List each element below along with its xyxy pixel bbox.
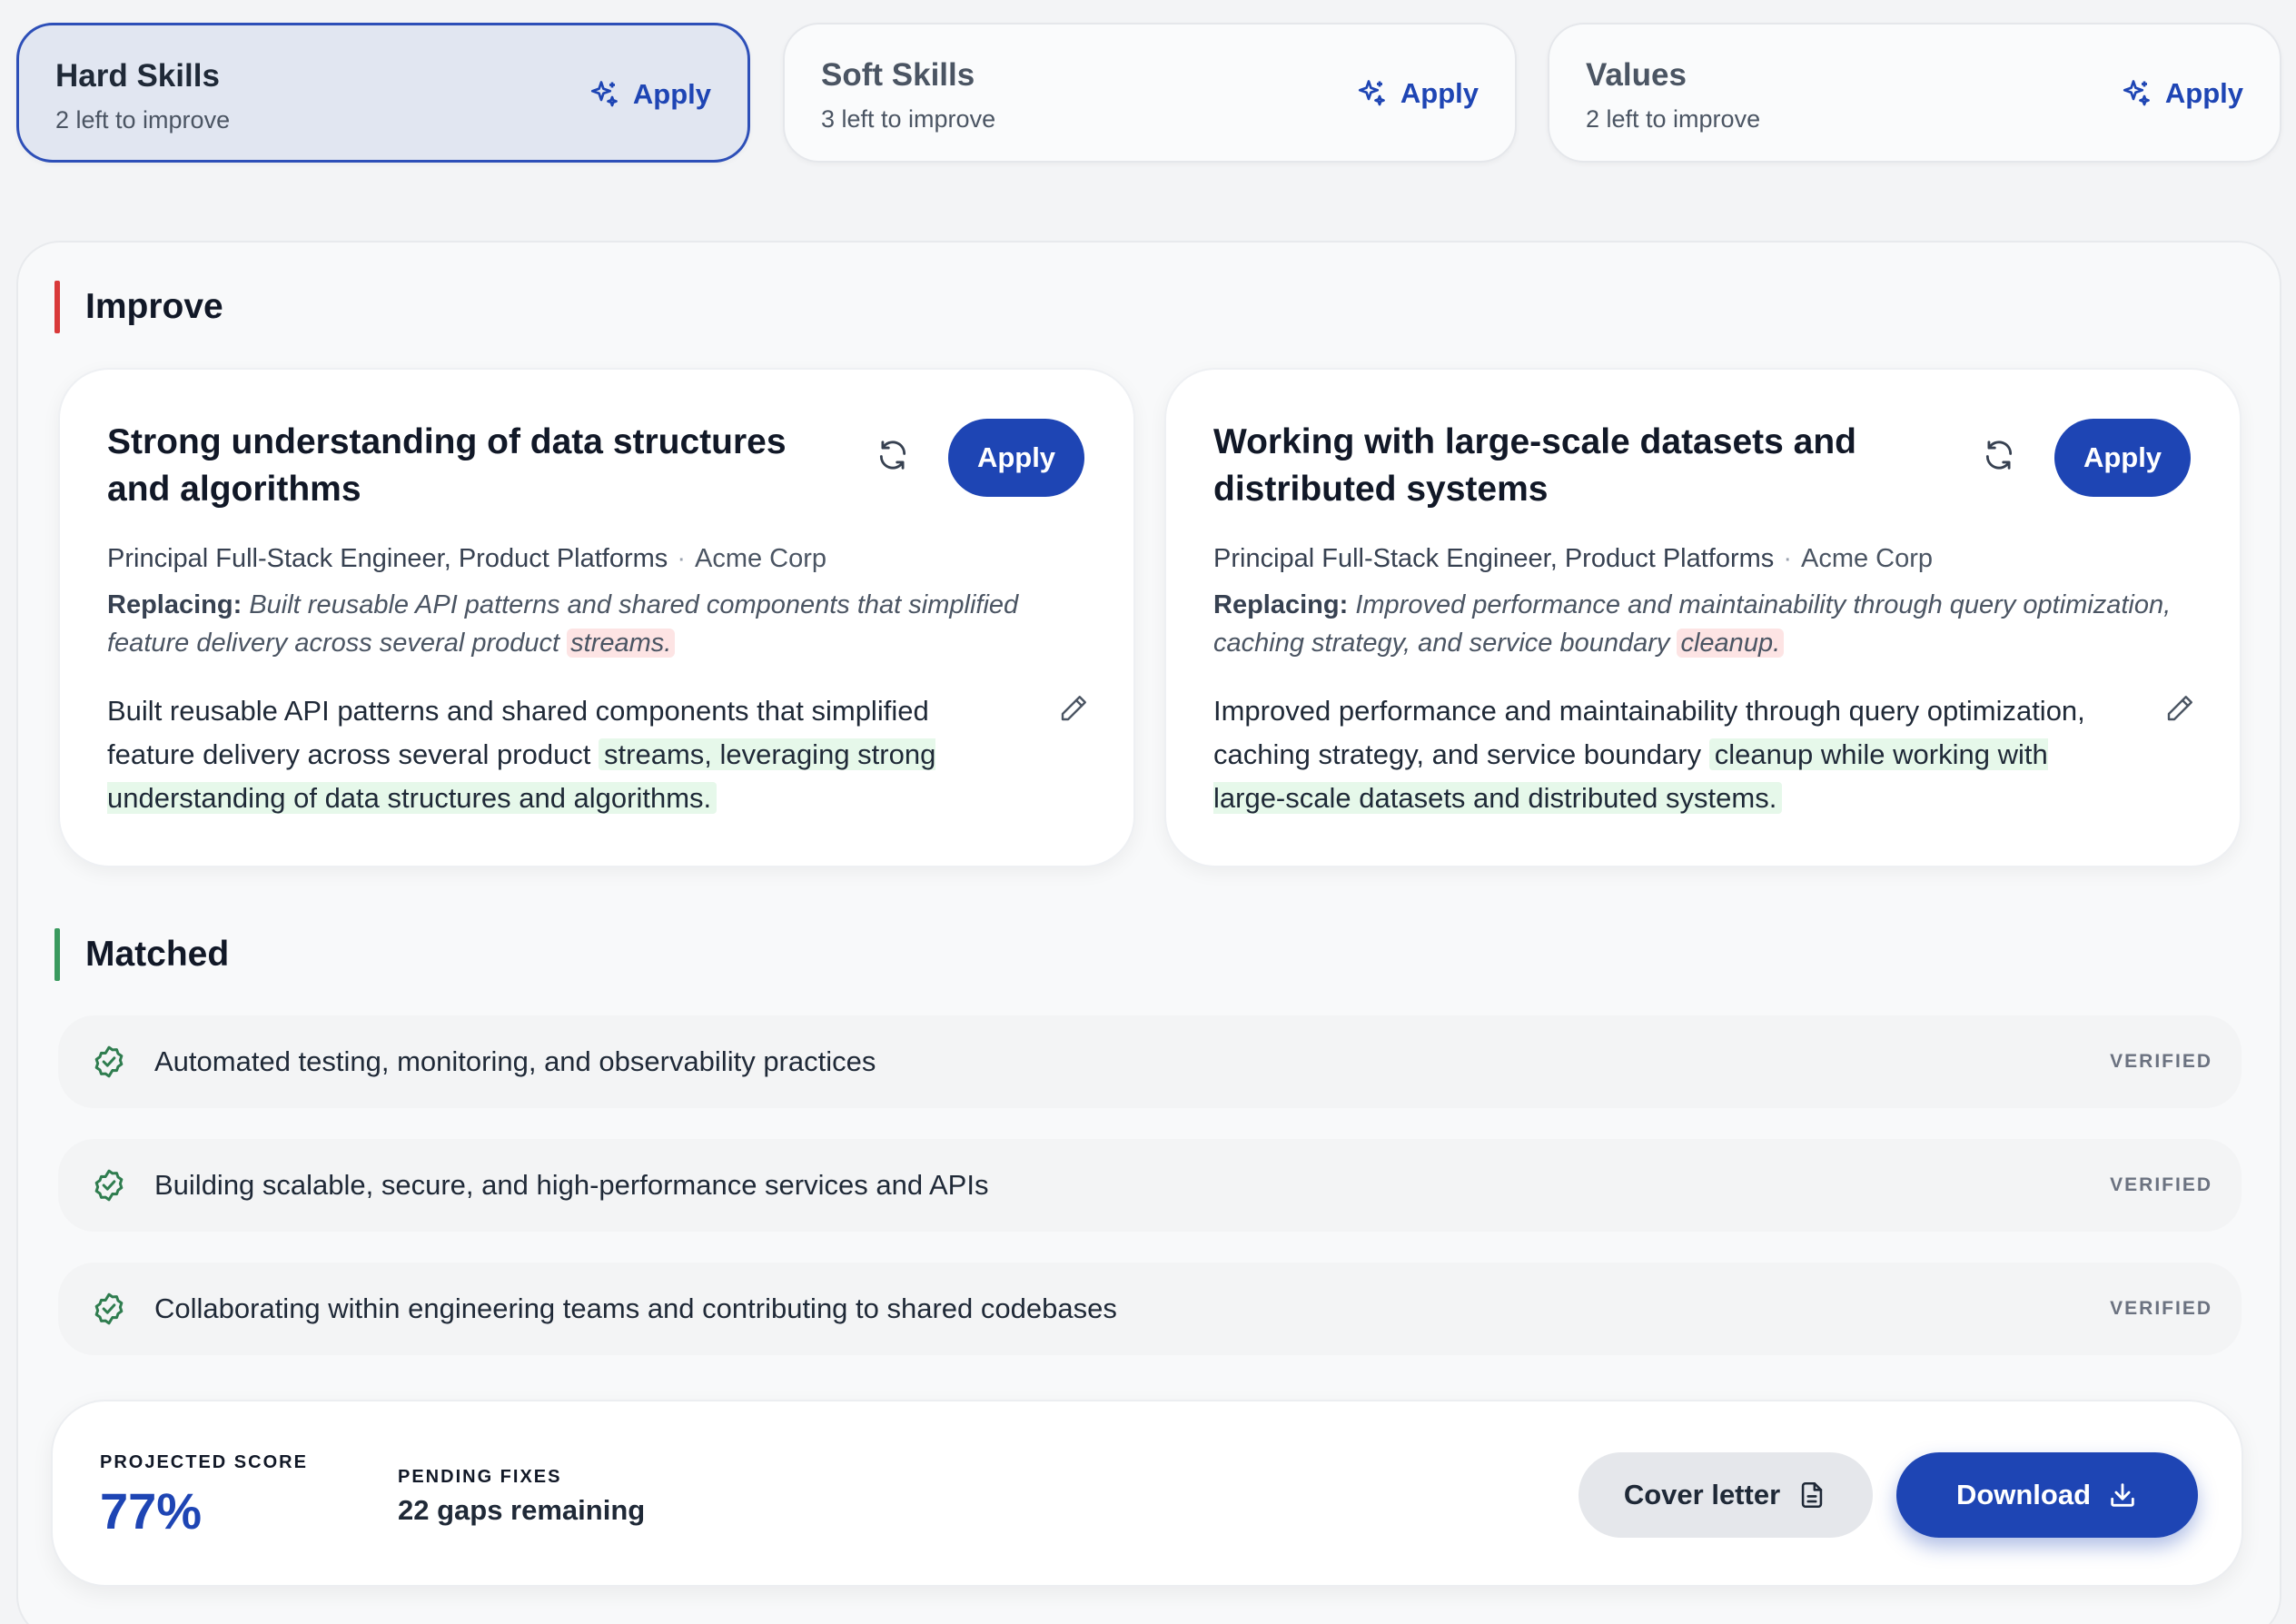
- improve-card-title: Working with large-scale datasets and di…: [1213, 422, 1856, 509]
- category-title: Hard Skills: [55, 58, 220, 94]
- verified-badge: VERIFIED: [2110, 1174, 2212, 1195]
- matched-accent-bar: [54, 928, 60, 981]
- refresh-icon[interactable]: [1982, 438, 2016, 472]
- matched-item: Building scalable, secure, and high-perf…: [58, 1139, 2242, 1232]
- document-icon: [1801, 1481, 1823, 1509]
- improve-heading: Improve: [85, 287, 223, 326]
- projected-score-value: 77%: [100, 1482, 203, 1540]
- check-badge-icon: [94, 1045, 124, 1078]
- improve-card: Working with large-scale datasets and di…: [1164, 368, 2242, 867]
- category-card-values[interactable]: Values 2 left to improve Apply: [1548, 23, 2281, 163]
- matched-item-text: Building scalable, secure, and high-perf…: [154, 1169, 989, 1201]
- download-button[interactable]: Download: [1896, 1452, 2198, 1538]
- refresh-icon[interactable]: [876, 438, 910, 472]
- category-apply-button[interactable]: Apply: [588, 78, 711, 111]
- sparkle-icon: [1358, 80, 1385, 106]
- pencil-icon[interactable]: [1057, 692, 1090, 725]
- company-text: Acme Corp: [694, 544, 827, 573]
- improve-apply-button[interactable]: Apply: [948, 419, 1084, 497]
- cover-letter-label: Cover letter: [1623, 1479, 1781, 1510]
- download-icon: [2111, 1483, 2134, 1507]
- category-apply-label: Apply: [2164, 77, 2243, 109]
- check-badge-icon: [94, 1292, 124, 1325]
- verified-badge: VERIFIED: [2110, 1051, 2212, 1072]
- improve-section-header: Improve: [54, 281, 223, 333]
- matched-section-header: Matched: [54, 928, 229, 981]
- sparkle-icon: [590, 81, 618, 107]
- category-apply-button[interactable]: Apply: [2120, 77, 2243, 110]
- category-card-soft-skills[interactable]: Soft Skills 3 left to improve Apply: [783, 23, 1517, 163]
- role-text: Principal Full-Stack Engineer, Product P…: [1213, 544, 1775, 573]
- category-apply-label: Apply: [1400, 77, 1479, 109]
- replacing-label: Replacing:: [1213, 590, 1349, 619]
- pending-fixes-label: PENDING FIXES: [398, 1467, 562, 1487]
- improve-card-meta: Principal Full-Stack Engineer, Product P…: [1213, 544, 1933, 574]
- role-text: Principal Full-Stack Engineer, Product P…: [107, 544, 668, 573]
- improve-card-title: Strong understanding of data structures …: [107, 422, 787, 509]
- replacing-text: Replacing: Built reusable API patterns a…: [107, 586, 1088, 662]
- category-apply-label: Apply: [632, 78, 711, 110]
- improve-card: Strong understanding of data structures …: [58, 368, 1135, 867]
- meta-separator: ·: [677, 544, 686, 573]
- score-bar: PROJECTED SCORE 77% PENDING FIXES 22 gap…: [51, 1400, 2243, 1587]
- improve-card-meta: Principal Full-Stack Engineer, Product P…: [107, 544, 826, 574]
- cover-letter-button[interactable]: Cover letter: [1578, 1452, 1873, 1538]
- download-label: Download: [1955, 1479, 2092, 1510]
- sparkle-icon: [2123, 80, 2150, 106]
- matched-item: Collaborating within engineering teams a…: [58, 1263, 2242, 1355]
- matched-heading: Matched: [85, 935, 230, 974]
- replacing-removed-highlight: streams.: [567, 629, 676, 658]
- category-title: Values: [1586, 57, 1687, 93]
- meta-separator: ·: [1783, 544, 1792, 573]
- category-card-hard-skills[interactable]: Hard Skills 2 left to improve Apply: [16, 23, 750, 163]
- category-subtitle: 2 left to improve: [55, 106, 231, 134]
- replacing-original: Built reusable API patterns and shared c…: [107, 590, 1019, 658]
- category-title: Soft Skills: [821, 57, 975, 93]
- pending-fixes-value: 22 gaps remaining: [398, 1494, 646, 1526]
- suggested-text: Improved performance and maintainability…: [1213, 689, 2122, 820]
- suggested-text: Built reusable API patterns and shared c…: [107, 689, 1015, 820]
- category-apply-button[interactable]: Apply: [1355, 77, 1479, 110]
- replacing-removed-highlight: cleanup.: [1677, 629, 1785, 658]
- category-subtitle: 3 left to improve: [821, 105, 996, 133]
- matched-item-text: Automated testing, monitoring, and obser…: [154, 1045, 876, 1077]
- category-subtitle: 2 left to improve: [1586, 105, 1761, 133]
- matched-item-text: Collaborating within engineering teams a…: [154, 1292, 1117, 1324]
- replacing-text: Replacing: Improved performance and main…: [1213, 586, 2194, 662]
- replacing-label: Replacing:: [107, 590, 242, 619]
- improve-apply-button[interactable]: Apply: [2054, 419, 2191, 497]
- company-text: Acme Corp: [1800, 544, 1934, 573]
- pencil-icon[interactable]: [2163, 692, 2196, 725]
- improve-accent-bar: [54, 281, 60, 333]
- projected-score-label: PROJECTED SCORE: [100, 1452, 308, 1472]
- check-badge-icon: [94, 1169, 124, 1202]
- verified-badge: VERIFIED: [2110, 1298, 2212, 1319]
- matched-item: Automated testing, monitoring, and obser…: [58, 1015, 2242, 1108]
